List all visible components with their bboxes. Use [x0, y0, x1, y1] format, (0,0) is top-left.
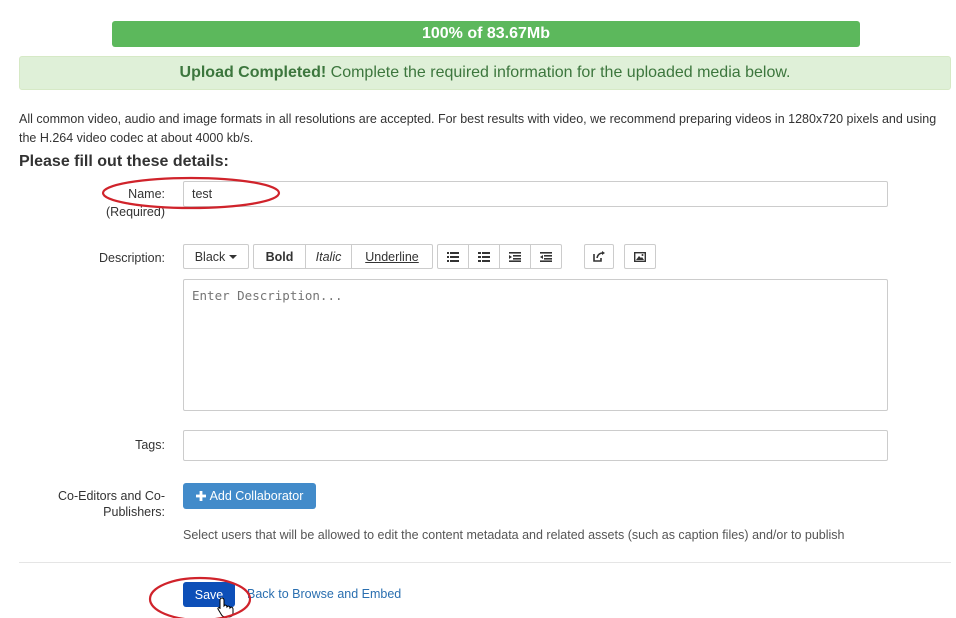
- description-textarea[interactable]: [183, 279, 888, 411]
- bold-label: Bold: [265, 249, 294, 264]
- add-collaborator-label: Add Collaborator: [209, 489, 304, 503]
- tags-input[interactable]: [183, 430, 888, 461]
- description-label: Description:: [99, 251, 165, 265]
- accepted-formats-info: All common video, audio and image format…: [19, 112, 937, 145]
- insert-link-button[interactable]: [584, 244, 614, 269]
- save-button[interactable]: Save: [183, 582, 235, 607]
- unordered-list-icon: [447, 251, 459, 262]
- plus-icon: [195, 491, 206, 501]
- indent-icon: [540, 251, 552, 262]
- underline-label: Underline: [365, 249, 419, 264]
- caret-down-icon: [229, 254, 238, 259]
- outdent-icon: [509, 251, 521, 262]
- form-heading: Please fill out these details:: [19, 153, 229, 170]
- name-required-note: (Required): [105, 205, 165, 219]
- upload-complete-alert: Upload Completed! Complete the required …: [19, 56, 951, 90]
- bold-button[interactable]: Bold: [253, 244, 306, 269]
- name-label: Name:: [128, 187, 165, 201]
- form-divider: [19, 562, 951, 563]
- save-label: Save: [194, 587, 224, 602]
- image-icon: [634, 251, 646, 262]
- text-color-label: Black: [194, 249, 226, 264]
- add-collaborator-button[interactable]: Add Collaborator: [183, 483, 316, 509]
- ordered-list-icon: [478, 251, 490, 262]
- ordered-list-button[interactable]: [468, 244, 500, 269]
- insert-image-button[interactable]: [624, 244, 656, 269]
- alert-strong-text: Upload Completed!: [179, 64, 327, 81]
- upload-progress-text: 100% of 83.67Mb: [421, 25, 551, 42]
- outdent-button[interactable]: [499, 244, 531, 269]
- name-input[interactable]: [183, 181, 888, 207]
- italic-label: Italic: [315, 249, 342, 264]
- underline-button[interactable]: Underline: [351, 244, 433, 269]
- back-to-browse-link[interactable]: Back to Browse and Embed: [247, 587, 401, 601]
- italic-button[interactable]: Italic: [305, 244, 352, 269]
- collaborators-help-text: Select users that will be allowed to edi…: [183, 528, 845, 542]
- unordered-list-button[interactable]: [437, 244, 469, 269]
- text-color-dropdown[interactable]: Black: [183, 244, 249, 269]
- link-icon: [593, 251, 605, 262]
- tags-label: Tags:: [135, 438, 165, 452]
- collaborators-label: Co-Editors and Co-Publishers:: [58, 489, 165, 519]
- alert-message: Complete the required information for th…: [326, 64, 791, 81]
- indent-button[interactable]: [530, 244, 562, 269]
